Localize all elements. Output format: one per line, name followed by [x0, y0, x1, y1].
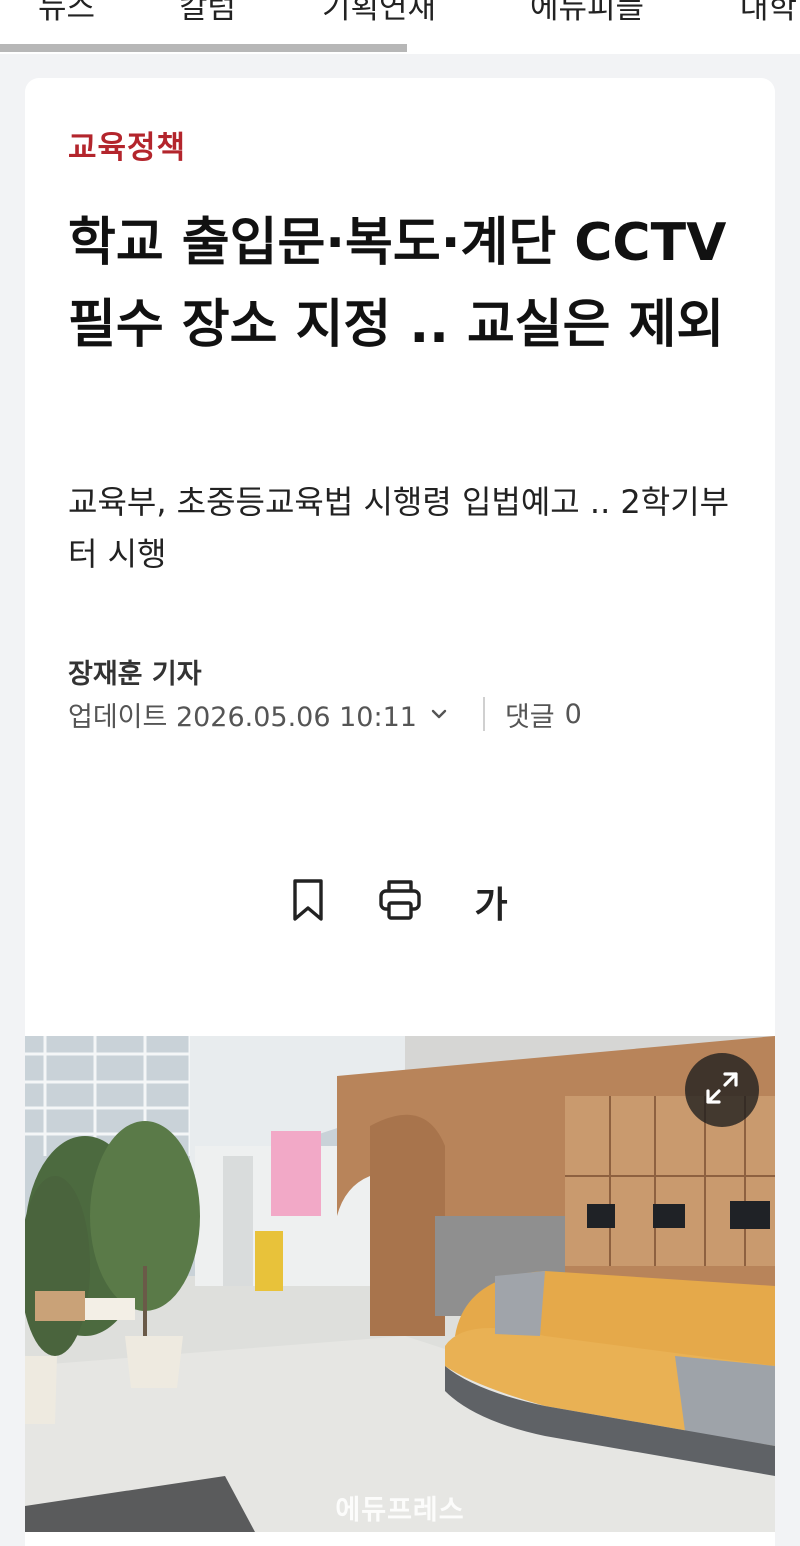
article-card: 교육정책 학교 출입문·복도·계단 CCTV 필수 장소 지정 .. 교실은 제…: [25, 78, 775, 1546]
comments-label: 댓글: [504, 701, 555, 733]
tab-series[interactable]: 기획연재: [322, 0, 436, 30]
article-tools: 가: [25, 874, 775, 930]
tab-university[interactable]: 대학: [740, 0, 797, 30]
nav-scroll-indicator: [0, 44, 407, 52]
top-nav: 뉴스 칼럼 기획연재 에듀피플 대학: [0, 0, 800, 54]
article-category[interactable]: 교육정책: [68, 122, 186, 167]
print-button[interactable]: [372, 874, 428, 930]
chevron-down-icon[interactable]: [425, 700, 453, 728]
article-headline: 학교 출입문·복도·계단 CCTV 필수 장소 지정 .. 교실은 제외: [68, 213, 727, 355]
updated-time[interactable]: 업데이트 2026.05.06 10:11: [68, 695, 417, 734]
photo-watermark: 에듀프레스: [335, 1495, 465, 1526]
font-size-button[interactable]: 가: [463, 874, 519, 930]
comments-count: 0: [564, 698, 582, 730]
tab-edu-people[interactable]: 에듀피플: [530, 0, 644, 30]
article-author[interactable]: 장재훈 기자: [68, 652, 202, 691]
bookmark-icon: [288, 876, 328, 928]
expand-button[interactable]: [685, 1053, 759, 1127]
meta-divider: [482, 697, 485, 731]
printer-icon: [377, 877, 423, 927]
article-photo[interactable]: 에듀프레스: [25, 1036, 775, 1532]
article-subheadline: 교육부, 초중등교육법 시행령 입법예고 .. 2학기부터 시행: [68, 483, 730, 573]
article-meta: 업데이트 2026.05.06 10:11 댓글 0: [68, 694, 582, 734]
expand-icon: [702, 1068, 742, 1112]
tab-column[interactable]: 칼럼: [179, 0, 236, 30]
tab-news[interactable]: 뉴스: [38, 0, 95, 30]
comments-link[interactable]: 댓글 0: [505, 695, 582, 734]
lobby-photo: [25, 1036, 775, 1532]
bookmark-button[interactable]: [280, 874, 336, 930]
